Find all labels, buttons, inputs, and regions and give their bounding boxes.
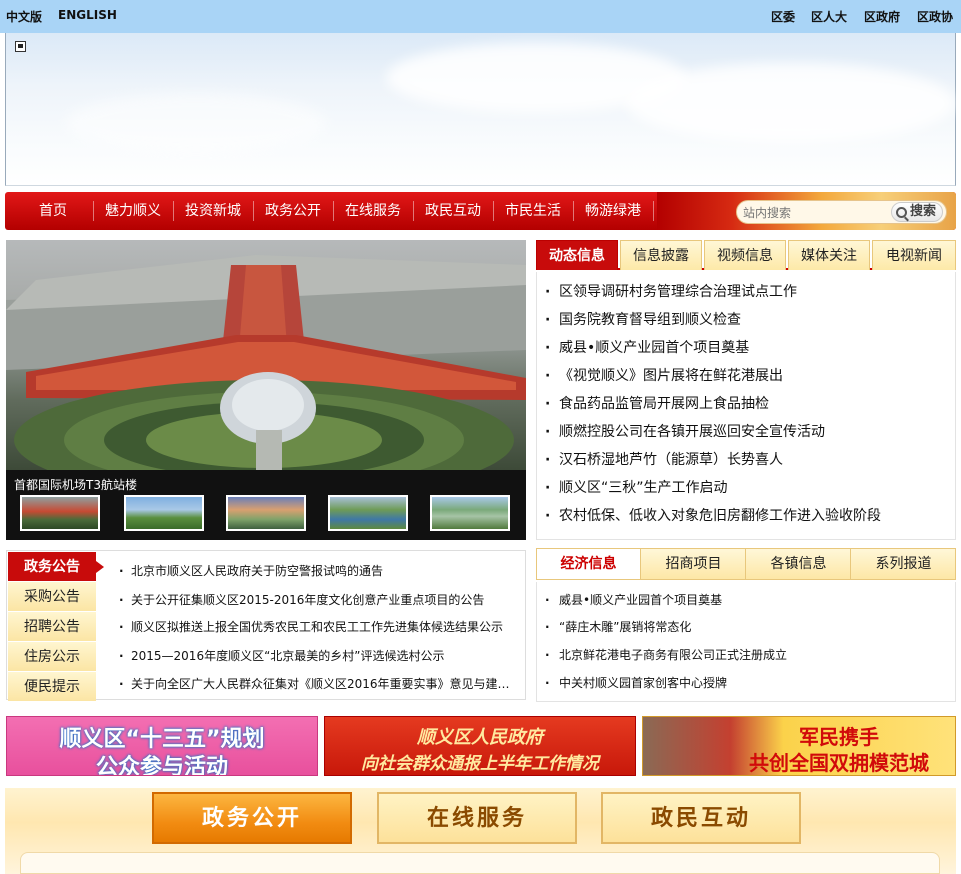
- tab-recruitment[interactable]: 招聘公告: [8, 612, 96, 642]
- list-item[interactable]: 威县•顺义产业园首个项目奠基: [545, 334, 749, 362]
- list-item[interactable]: 2015—2016年度顺义区“北京最美的乡村”评选候选村公示: [119, 642, 519, 670]
- news-list: 区领导调研村务管理综合治理试点工作 国务院教育督导组到顺义检查 威县•顺义产业园…: [536, 272, 956, 540]
- tab-gov-notice[interactable]: 政务公告: [8, 552, 104, 582]
- search-button-label: 搜索: [909, 204, 936, 219]
- tab-series-reports[interactable]: 系列报道: [852, 549, 955, 579]
- tab-procurement[interactable]: 采购公告: [8, 582, 96, 612]
- slideshow-thumb-3[interactable]: [226, 495, 306, 531]
- list-item[interactable]: 食品药品监管局开展网上食品抽检: [545, 390, 769, 418]
- nav-item-online-service[interactable]: 在线服务: [333, 192, 413, 230]
- tab-media[interactable]: 媒体关注: [788, 240, 870, 270]
- link-district-committee[interactable]: 区委: [771, 8, 795, 25]
- bottom-content-panel: [20, 852, 940, 874]
- site-search: 搜索: [736, 200, 947, 224]
- tab-disclosure[interactable]: 信息披露: [620, 240, 702, 270]
- list-item[interactable]: 威县•顺义产业园首个项目奠基: [545, 586, 722, 614]
- main-nav: 首页 魅力顺义 投资新城 政务公开 在线服务 政民互动 市民生活 畅游绿港 搜索: [5, 192, 956, 230]
- promo-military-civil[interactable]: 军民携手 共创全国双拥模范城: [642, 716, 956, 776]
- promo-title: 顺义区人民政府: [417, 727, 543, 748]
- list-item[interactable]: 北京鲜花港电子商务有限公司正式注册成立: [545, 641, 787, 669]
- photo-slideshow: 首都国际机场T3航站楼: [6, 240, 526, 540]
- economy-list: 威县•顺义产业园首个项目奠基 “薛庄木雕”展销将常态化 北京鲜花港电子商务有限公…: [536, 582, 956, 702]
- nav-item-invest[interactable]: 投资新城: [173, 192, 253, 230]
- slideshow-thumb-1[interactable]: [20, 495, 100, 531]
- slideshow-thumb-4[interactable]: [328, 495, 408, 531]
- list-item[interactable]: 关于向全区广大人民群众征集对《顺义区2016年重要实事》意见与建议的公告: [119, 670, 519, 698]
- list-item[interactable]: 北京市顺义区人民政府关于防空警报试鸣的通告: [119, 557, 519, 585]
- tab-video[interactable]: 视频信息: [704, 240, 786, 270]
- lang-english-link[interactable]: ENGLISH: [58, 8, 117, 22]
- list-item[interactable]: 国务院教育督导组到顺义检查: [545, 306, 741, 334]
- promo-subtitle: 公众参与活动: [95, 755, 228, 776]
- tab-online-service-section[interactable]: 在线服务: [377, 792, 577, 844]
- nav-item-tour[interactable]: 畅游绿港: [573, 192, 653, 230]
- flash-placeholder-icon: [15, 41, 26, 52]
- cloud-decoration: [66, 93, 326, 153]
- economy-tabs: 经济信息 招商项目 各镇信息 系列报道: [536, 548, 956, 580]
- tab-investment-projects[interactable]: 招商项目: [642, 549, 746, 579]
- list-item[interactable]: 顺燃控股公司在各镇开展巡回安全宣传活动: [545, 418, 825, 446]
- tab-housing[interactable]: 住房公示: [8, 642, 96, 672]
- search-button[interactable]: 搜索: [890, 202, 943, 222]
- list-item[interactable]: 关于公开征集顺义区2015-2016年度文化创意产业重点项目的公告: [119, 586, 519, 614]
- notice-panel: 政务公告 采购公告 招聘公告 住房公示 便民提示 北京市顺义区人民政府关于防空警…: [6, 550, 526, 702]
- promo-subtitle: 向社会群众通报上半年工作情况: [361, 754, 599, 774]
- nav-item-charm[interactable]: 魅力顺义: [93, 192, 173, 230]
- list-item[interactable]: 中关村顺义园首家创客中心授牌: [545, 669, 727, 697]
- tab-economy-info[interactable]: 经济信息: [537, 549, 641, 579]
- top-bar: 中文版 ENGLISH 区委 区人大 区政府 区政协: [0, 0, 961, 33]
- lang-chinese-link[interactable]: 中文版: [6, 8, 42, 25]
- header-banner: [5, 33, 956, 186]
- tab-town-info[interactable]: 各镇信息: [747, 549, 851, 579]
- nav-item-gov-affairs[interactable]: 政务公开: [253, 192, 333, 230]
- link-district-congress[interactable]: 区人大: [811, 8, 847, 25]
- list-item[interactable]: 《视觉顺义》图片展将在鲜花港展出: [545, 362, 783, 390]
- promo-13th-plan[interactable]: 顺义区“十三五”规划 公众参与活动: [6, 716, 318, 776]
- slideshow-thumb-2[interactable]: [124, 495, 204, 531]
- cloud-decoration: [626, 63, 956, 143]
- slideshow-thumb-5[interactable]: [430, 495, 510, 531]
- tab-dynamic-news[interactable]: 动态信息: [536, 240, 618, 270]
- link-district-cppcc[interactable]: 区政协: [917, 8, 953, 25]
- list-item[interactable]: 顺义区拟推送上报全国优秀农民工和农民工工作先进集体候选结果公示: [119, 613, 519, 641]
- list-item[interactable]: 区领导调研村务管理综合治理试点工作: [545, 278, 797, 306]
- slideshow-image[interactable]: [6, 240, 526, 470]
- slideshow-caption: 首都国际机场T3航站楼: [14, 478, 137, 492]
- search-input[interactable]: [743, 204, 878, 221]
- nav-item-citizen-life[interactable]: 市民生活: [493, 192, 573, 230]
- list-item[interactable]: “薛庄木雕”展销将常态化: [545, 613, 691, 641]
- promo-gov-report[interactable]: 顺义区人民政府 向社会群众通报上半年工作情况: [324, 716, 636, 776]
- list-item[interactable]: 顺义区“三秋”生产工作启动: [545, 474, 728, 502]
- tab-interaction-section[interactable]: 政民互动: [601, 792, 801, 844]
- tab-tv-news[interactable]: 电视新闻: [872, 240, 956, 270]
- news-tabs: 动态信息 信息披露 视频信息 媒体关注 电视新闻: [536, 240, 956, 270]
- promo-subtitle: 共创全国双拥模范城: [749, 751, 929, 775]
- list-item[interactable]: 汉石桥湿地芦竹（能源草）长势喜人: [545, 446, 783, 474]
- nav-item-home[interactable]: 首页: [13, 192, 93, 230]
- nav-item-interaction[interactable]: 政民互动: [413, 192, 493, 230]
- search-icon: [895, 206, 907, 218]
- promo-title: 军民携手: [799, 725, 879, 749]
- tab-gov-affairs-section[interactable]: 政务公开: [152, 792, 352, 844]
- tab-tips[interactable]: 便民提示: [8, 672, 96, 702]
- link-district-government[interactable]: 区政府: [864, 8, 900, 25]
- list-item[interactable]: 农村低保、低收入对象危旧房翻修工作进入验收阶段: [545, 502, 881, 530]
